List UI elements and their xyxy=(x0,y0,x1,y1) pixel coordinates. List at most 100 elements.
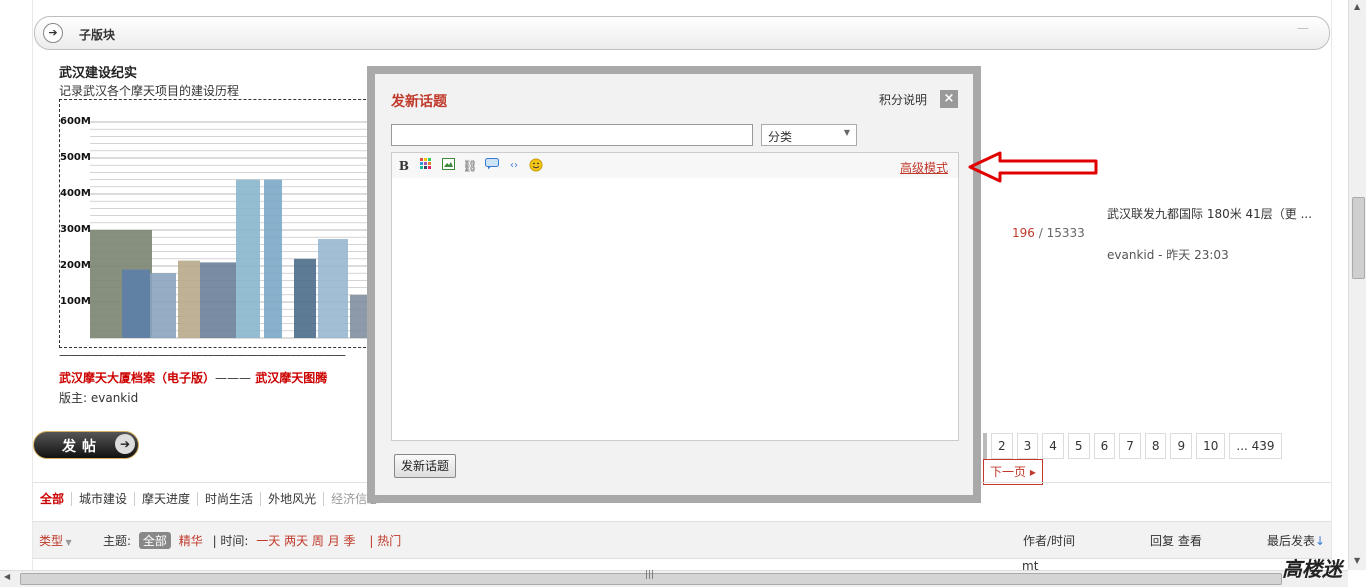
filter-all[interactable]: 全部 xyxy=(138,532,171,549)
dropdown-caret-icon: ▼ xyxy=(843,128,850,137)
filter-digest[interactable]: 精华 xyxy=(179,534,203,548)
sort-arrow-icon: ↓ xyxy=(1315,534,1326,548)
time-filter-options[interactable]: 一天 两天 周 月 季 xyxy=(256,534,355,548)
quote-icon[interactable] xyxy=(484,158,500,174)
page-link-last[interactable]: ... 439 xyxy=(1229,433,1282,459)
new-post-label: 发帖 xyxy=(62,439,102,455)
view-count: 15333 xyxy=(1046,226,1085,240)
category-select[interactable]: 分类 ▼ xyxy=(761,124,857,146)
skyscraper-shape xyxy=(150,273,176,338)
tab-other-cities[interactable]: 外地风光 xyxy=(260,492,323,506)
message-textarea[interactable] xyxy=(391,178,959,441)
skyscraper-shape xyxy=(200,262,236,338)
skyscraper-shape xyxy=(236,179,260,338)
page-link[interactable]: 10 xyxy=(1196,433,1226,459)
y-tick-label: 100M xyxy=(60,296,91,307)
y-tick-label: 300M xyxy=(60,224,91,235)
forum-links: 武汉摩天大厦档案（电子版）——— 武汉摩天图腾 xyxy=(59,369,327,386)
y-tick-label: 400M xyxy=(60,188,91,199)
vertical-scrollbar[interactable]: ▲ ▼ xyxy=(1348,0,1366,570)
moderator-label[interactable]: 版主: evankid xyxy=(59,389,138,406)
points-rules-link[interactable]: 积分说明 xyxy=(879,91,927,108)
pager-prev-edge xyxy=(983,433,987,459)
skyscraper-shape xyxy=(264,179,282,338)
subject-input[interactable] xyxy=(391,124,753,146)
arrow-right-icon: ➔ xyxy=(115,434,135,454)
scroll-down-icon[interactable]: ▼ xyxy=(1354,556,1360,565)
site-watermark: 高楼迷 xyxy=(1282,557,1342,581)
link-separator: ——— xyxy=(215,371,252,385)
editor-toolbar: B ⛓ ‹› 高级模式 xyxy=(391,152,959,180)
page-link[interactable]: 9 xyxy=(1170,433,1193,459)
content-right-border xyxy=(1331,0,1332,570)
filter-hot[interactable]: | 热门 xyxy=(369,534,401,548)
submit-topic-button[interactable]: 发新话题 xyxy=(394,454,457,478)
thread-list-header: 类型 ▼ 主题: 全部 精华 | 时间: 一天 两天 周 月 季 | 热门 作者… xyxy=(33,521,1331,559)
tab-fashion-life[interactable]: 时尚生活 xyxy=(197,492,260,506)
code-icon[interactable]: ‹› xyxy=(506,158,522,174)
skyline-graphic xyxy=(90,121,390,339)
forum-description: 记录武汉各个摩天项目的建设历程 xyxy=(59,84,240,98)
page-link[interactable]: 6 xyxy=(1093,433,1116,459)
bold-icon[interactable]: B xyxy=(396,158,412,174)
reply-view-column[interactable]: 回复 查看 xyxy=(1150,532,1202,549)
skyscraper-shape xyxy=(178,260,200,338)
stats-slash: / xyxy=(1034,226,1047,240)
image-icon[interactable] xyxy=(440,158,456,174)
archive-link[interactable]: 武汉摩天大厦档案（电子版） xyxy=(59,371,215,385)
totem-link[interactable]: 武汉摩天图腾 xyxy=(255,371,327,385)
skyline-chart: 600M 500M 400M 300M 200M 100M xyxy=(59,99,391,348)
advanced-mode-link[interactable]: 高级模式 xyxy=(900,159,948,176)
arrow-right-icon[interactable]: ➔ xyxy=(43,23,63,43)
y-tick-label: 200M xyxy=(60,260,91,271)
page-link[interactable]: 7 xyxy=(1119,433,1141,459)
tab-all[interactable]: 全部 xyxy=(33,492,71,506)
scroll-grip-icon: ||| xyxy=(645,570,655,580)
page-link[interactable]: 2 xyxy=(991,433,1013,459)
dialog-title: 发新话题 xyxy=(391,94,447,110)
new-post-button[interactable]: 发帖 ➔ xyxy=(33,431,139,459)
skyscraper-shape xyxy=(294,258,316,338)
subforum-title: 子版块 xyxy=(79,28,116,42)
page-link[interactable]: 3 xyxy=(1016,433,1039,459)
collapse-icon[interactable]: — xyxy=(1297,21,1309,35)
y-tick-label: 600M xyxy=(60,116,91,127)
forum-title[interactable]: 武汉建设纪实 xyxy=(59,62,137,81)
dash-divider: —————————————————————————— xyxy=(59,348,346,362)
y-tick-label: 500M xyxy=(60,152,91,163)
time-label: | 时间: xyxy=(212,534,249,548)
topic-filters: 主题: 全部 精华 | 时间: 一天 两天 周 月 季 | 热门 xyxy=(103,532,401,549)
post-count: 196 xyxy=(1012,226,1035,240)
first-row-author[interactable]: mt xyxy=(1022,559,1038,570)
annotation-arrow-icon xyxy=(968,150,1100,187)
subforum-bar[interactable]: ➔ 子版块 — xyxy=(34,16,1330,50)
skyscraper-shape xyxy=(318,239,348,338)
last-post-user[interactable]: evankid - 昨天 23:03 xyxy=(1107,246,1229,263)
category-value: 分类 xyxy=(768,130,793,144)
page-link[interactable]: 5 xyxy=(1067,433,1090,459)
link-icon[interactable]: ⛓ xyxy=(462,158,478,174)
close-icon[interactable]: × xyxy=(940,90,958,108)
type-filter[interactable]: 类型 ▼ xyxy=(39,532,72,549)
last-post-title[interactable]: 武汉联发九都国际 180米 41层（更 ... xyxy=(1107,205,1327,222)
tab-skyscraper-progress[interactable]: 摩天进度 xyxy=(134,492,197,506)
vertical-scroll-thumb[interactable] xyxy=(1352,197,1365,279)
scroll-left-icon[interactable]: ◀ xyxy=(4,572,10,581)
new-topic-dialog: 发新话题 积分说明 × 分类 ▼ B ⛓ ‹› 高级模式 发新话题 xyxy=(375,74,973,495)
smiley-icon[interactable] xyxy=(528,158,544,174)
color-icon[interactable] xyxy=(418,158,434,174)
pagination: 2 3 4 5 6 7 8 9 10 ... 439 下一页 ▸ xyxy=(983,433,1348,485)
horizontal-scrollbar[interactable]: ◀ ||| xyxy=(0,570,1348,587)
scroll-up-icon[interactable]: ▲ xyxy=(1354,2,1360,11)
topic-label: 主题: xyxy=(103,534,132,548)
page-link[interactable]: 8 xyxy=(1144,433,1167,459)
page-link[interactable]: 4 xyxy=(1042,433,1064,459)
forum-stats: 196 / 15333 xyxy=(1012,226,1085,240)
tab-city-construction[interactable]: 城市建设 xyxy=(71,492,134,506)
skyscraper-shape xyxy=(122,269,150,338)
author-time-column[interactable]: 作者/时间 xyxy=(1023,532,1075,549)
last-post-header: 最后发表 xyxy=(1267,534,1316,548)
last-post-column[interactable]: 最后发表↓ xyxy=(1267,532,1325,549)
dropdown-caret-icon: ▼ xyxy=(63,538,72,547)
type-label: 类型 xyxy=(39,534,64,548)
